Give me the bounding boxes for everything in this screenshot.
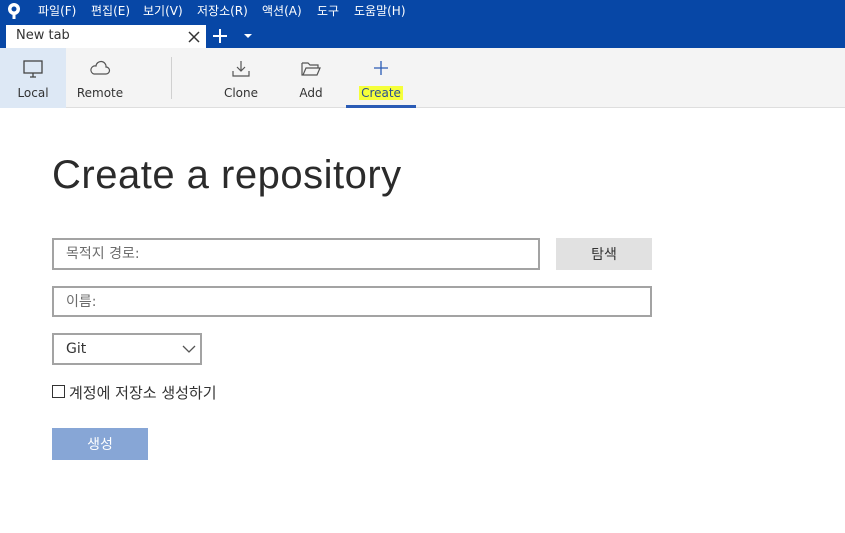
create-tool-label-text: Create <box>359 86 403 100</box>
chevron-down-icon <box>182 345 196 353</box>
menu-bar: 파일(F) 편집(E) 보기(V) 저장소(R) 액션(A) 도구 도움말(H) <box>0 0 845 22</box>
local-tool-button[interactable]: Local <box>0 48 66 108</box>
menu-help[interactable]: 도움말(H) <box>354 2 406 20</box>
remote-tool-label: Remote <box>76 86 124 100</box>
vcs-type-dropdown[interactable]: Git <box>52 333 202 365</box>
destination-path-input[interactable] <box>52 238 540 270</box>
vcs-type-value: Git <box>66 341 87 357</box>
menu-view[interactable]: 보기(V) <box>143 2 183 20</box>
menu-actions[interactable]: 액션(A) <box>262 2 302 20</box>
menu-file[interactable]: 파일(F) <box>38 2 76 20</box>
menu-repository[interactable]: 저장소(R) <box>197 2 248 20</box>
local-tool-label: Local <box>17 86 49 100</box>
remote-tool-button[interactable]: Remote <box>66 48 134 108</box>
add-tool-button[interactable]: Add <box>282 48 340 108</box>
menu-edit[interactable]: 편집(E) <box>91 2 130 20</box>
tab-strip: New tab <box>0 22 845 48</box>
cloud-icon <box>90 60 111 75</box>
download-icon <box>232 61 250 77</box>
close-icon[interactable] <box>186 29 202 45</box>
create-on-account-checkbox[interactable] <box>52 385 65 398</box>
chevron-down-icon[interactable] <box>243 32 253 40</box>
tab-new-tab[interactable]: New tab <box>6 25 206 48</box>
page-title: Create a repository <box>52 153 402 197</box>
create-on-account-label: 계정에 저장소 생성하기 <box>69 384 217 402</box>
plus-icon[interactable] <box>211 27 229 45</box>
toolbar: Local Remote Clone Add Create <box>0 48 845 108</box>
plus-icon <box>374 61 388 75</box>
clone-tool-label: Clone <box>223 86 259 100</box>
monitor-icon <box>23 60 43 78</box>
create-tool-label: Create <box>346 86 416 100</box>
create-tool-button[interactable]: Create <box>346 48 416 108</box>
toolbar-divider <box>171 57 172 99</box>
tab-label: New tab <box>16 28 70 43</box>
repository-name-input[interactable] <box>52 286 652 317</box>
clone-tool-button[interactable]: Clone <box>212 48 270 108</box>
folder-open-icon <box>301 62 321 76</box>
active-tool-indicator <box>346 105 416 108</box>
menu-tools[interactable]: 도구 <box>317 2 339 20</box>
browse-button[interactable]: 탐색 <box>556 238 652 270</box>
sourcetree-logo-icon <box>8 3 20 19</box>
add-tool-label: Add <box>299 86 323 100</box>
create-button[interactable]: 생성 <box>52 428 148 460</box>
